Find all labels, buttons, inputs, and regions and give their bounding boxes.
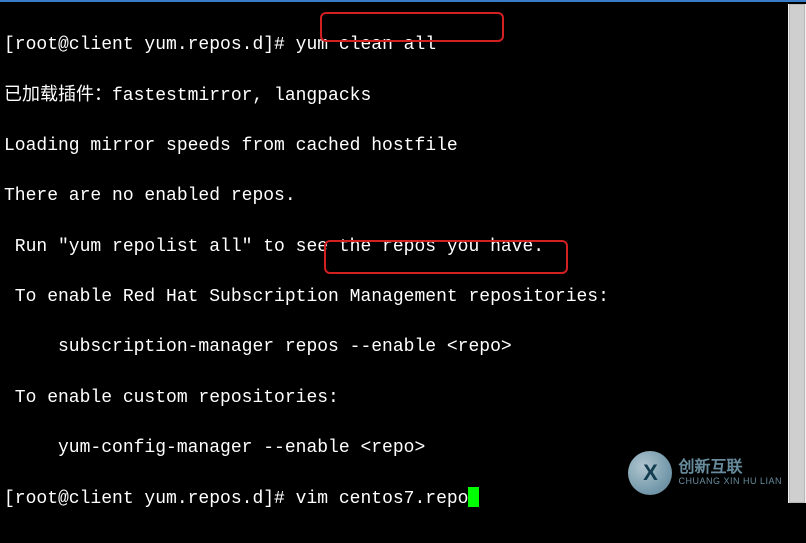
vertical-scrollbar[interactable] — [788, 4, 806, 503]
scroll-thumb[interactable] — [789, 4, 805, 503]
output-line: There are no enabled repos. — [4, 184, 802, 209]
command-text: vim centos7.repo — [296, 489, 469, 509]
watermark-text-en: CHUANG XIN HU LIAN — [678, 477, 782, 487]
output-line: subscription-manager repos --enable <rep… — [4, 335, 802, 360]
output-line: Loading mirror speeds from cached hostfi… — [4, 134, 802, 159]
output-line: To enable custom repositories: — [4, 386, 802, 411]
watermark-text-cn: 创新互联 — [678, 459, 782, 477]
command-text: yum clean all — [296, 35, 436, 55]
watermark: X 创新互联 CHUANG XIN HU LIAN — [628, 451, 782, 495]
terminal-cursor — [468, 487, 479, 507]
output-line: 已加载插件：fastestmirror, langpacks — [4, 84, 802, 109]
shell-prompt: [root@client yum.repos.d]# — [4, 35, 296, 55]
output-line: To enable Red Hat Subscription Managemen… — [4, 285, 802, 310]
shell-prompt: [root@client yum.repos.d]# — [4, 489, 296, 509]
watermark-logo-icon: X — [628, 451, 672, 495]
output-line: Run "yum repolist all" to see the repos … — [4, 235, 802, 260]
